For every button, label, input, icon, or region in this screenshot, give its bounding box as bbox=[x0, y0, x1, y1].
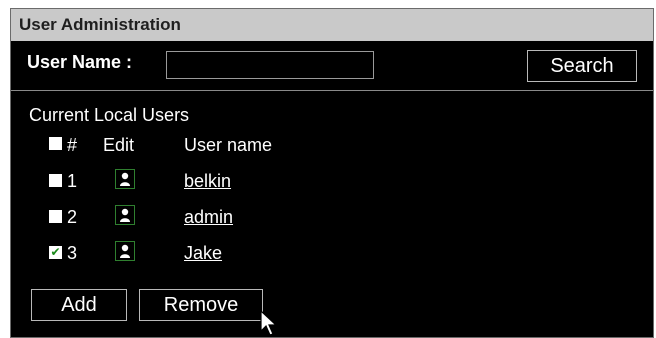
column-number: # bbox=[67, 135, 78, 155]
table-row: 1 belkin bbox=[11, 167, 653, 197]
user-number: 2 bbox=[67, 207, 78, 227]
search-button[interactable]: Search bbox=[527, 50, 637, 82]
user-name-link[interactable]: belkin bbox=[184, 171, 231, 192]
user-name-search-input[interactable] bbox=[166, 51, 374, 79]
search-row: User Name : Search bbox=[11, 41, 653, 91]
remove-button[interactable]: Remove bbox=[139, 289, 263, 321]
user-name-label: User Name : bbox=[27, 52, 133, 72]
table-row: 2 admin bbox=[11, 203, 653, 233]
add-button[interactable]: Add bbox=[31, 289, 127, 321]
user-checkbox[interactable] bbox=[49, 174, 62, 187]
user-name-link[interactable]: Jake bbox=[184, 243, 222, 264]
table-row: ✔ 3 Jake bbox=[11, 239, 653, 269]
user-number: 1 bbox=[67, 171, 78, 191]
mouse-pointer-icon bbox=[260, 309, 278, 336]
column-edit: Edit bbox=[103, 135, 135, 155]
select-all-checkbox[interactable] bbox=[49, 137, 62, 150]
user-edit-icon[interactable] bbox=[115, 205, 135, 225]
user-edit-icon[interactable] bbox=[115, 241, 135, 261]
panel-title: User Administration bbox=[11, 9, 653, 41]
check-icon: ✔ bbox=[50, 245, 61, 259]
user-name-link[interactable]: admin bbox=[184, 207, 233, 228]
table-header-row: # Edit User name bbox=[11, 131, 653, 161]
user-edit-icon[interactable] bbox=[115, 169, 135, 189]
user-administration-panel: User Administration User Name : Search C… bbox=[10, 8, 654, 338]
user-checkbox-checked[interactable]: ✔ bbox=[49, 246, 62, 259]
current-local-users-title: Current Local Users bbox=[29, 105, 190, 125]
user-number: 3 bbox=[67, 243, 78, 263]
column-user-name: User name bbox=[184, 135, 273, 155]
user-checkbox[interactable] bbox=[49, 210, 62, 223]
